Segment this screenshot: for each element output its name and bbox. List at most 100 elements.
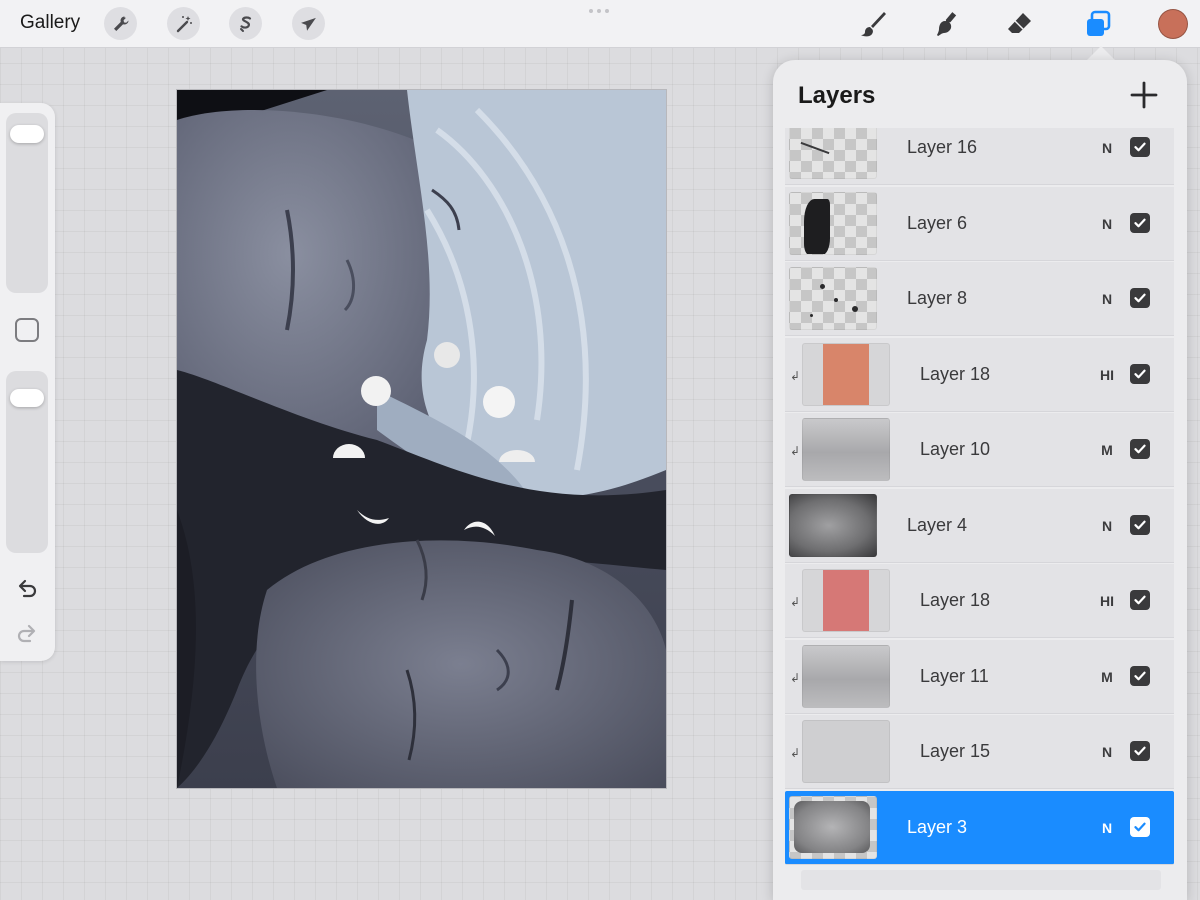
layer-thumbnail[interactable] bbox=[789, 191, 877, 255]
layer-thumbnail[interactable] bbox=[802, 569, 890, 632]
blend-mode-button[interactable]: N bbox=[1096, 140, 1118, 156]
layer-name: Layer 15 bbox=[920, 741, 991, 761]
wrench-icon bbox=[113, 16, 128, 31]
transform-button[interactable] bbox=[292, 7, 325, 40]
layer-thumbnail[interactable] bbox=[802, 644, 890, 708]
undo-button[interactable] bbox=[14, 575, 40, 601]
layer-name: Layer 18 bbox=[920, 590, 991, 610]
layer-name: Layer 4 bbox=[907, 514, 968, 535]
layer-visibility-checkbox[interactable] bbox=[1130, 514, 1150, 535]
layer-visibility-checkbox[interactable] bbox=[1130, 288, 1150, 308]
layer-name: Layer 3 bbox=[907, 816, 968, 837]
modify-button[interactable] bbox=[15, 318, 39, 342]
redo-icon bbox=[17, 624, 36, 643]
layer-name: Layer 16 bbox=[907, 137, 978, 157]
blend-mode-button[interactable]: M bbox=[1096, 442, 1118, 458]
checkmark-icon bbox=[1134, 369, 1146, 378]
layer-thumbnail[interactable] bbox=[789, 267, 877, 330]
layer-row[interactable]: ↲ Layer 10 M bbox=[785, 413, 1174, 487]
layer-row[interactable]: ↲ Layer 18 HI bbox=[785, 564, 1174, 638]
color-picker-button[interactable] bbox=[1158, 9, 1188, 39]
magic-wand-icon bbox=[176, 15, 192, 32]
layer-visibility-checkbox[interactable] bbox=[1130, 590, 1150, 610]
layer-visibility-checkbox[interactable] bbox=[1130, 665, 1150, 686]
layer-name: Layer 8 bbox=[907, 288, 968, 308]
layer-row-partial bbox=[801, 870, 1161, 890]
blend-mode-button[interactable]: N bbox=[1096, 820, 1118, 836]
blend-mode-button[interactable]: N bbox=[1096, 291, 1118, 307]
blend-mode-button[interactable]: N bbox=[1096, 216, 1118, 232]
layer-thumbnail[interactable] bbox=[802, 720, 890, 783]
checkmark-icon bbox=[1134, 595, 1146, 605]
clipping-mask-icon: ↲ bbox=[790, 746, 801, 760]
brush-size-slider[interactable] bbox=[6, 113, 48, 293]
brush-size-thumb[interactable] bbox=[10, 125, 44, 143]
smudge-tool-button[interactable] bbox=[929, 7, 963, 41]
layer-thumbnail[interactable] bbox=[802, 342, 890, 406]
top-toolbar: Gallery bbox=[0, 0, 1200, 48]
clipping-mask-icon: ↲ bbox=[790, 670, 801, 685]
checkmark-icon bbox=[1134, 142, 1146, 152]
smudge-finger-icon bbox=[937, 12, 957, 36]
layers-panel-title: Layers bbox=[798, 82, 876, 109]
layer-thumbnail[interactable] bbox=[802, 418, 890, 481]
layers-panel-arrow bbox=[1087, 46, 1115, 60]
artwork-illustration bbox=[177, 90, 666, 788]
checkmark-icon bbox=[1134, 520, 1146, 529]
layer-row[interactable]: Layer 6 N bbox=[785, 186, 1174, 261]
checkmark-icon bbox=[1134, 746, 1146, 756]
undo-icon bbox=[18, 579, 37, 598]
add-layer-button[interactable] bbox=[1129, 80, 1159, 110]
checkmark-icon bbox=[1134, 822, 1146, 831]
layer-name: Layer 18 bbox=[920, 363, 991, 384]
layer-visibility-checkbox[interactable] bbox=[1130, 741, 1150, 761]
gallery-button[interactable]: Gallery bbox=[20, 12, 80, 34]
blend-mode-button[interactable]: M bbox=[1096, 669, 1118, 685]
brush-tool-button[interactable] bbox=[856, 7, 890, 41]
layer-row[interactable]: Layer 8 N bbox=[785, 262, 1174, 336]
layer-row[interactable]: ↲ Layer 11 M bbox=[785, 639, 1174, 714]
layer-thumbnail[interactable] bbox=[789, 128, 877, 179]
artwork-canvas[interactable] bbox=[176, 89, 667, 789]
clipping-mask-icon: ↲ bbox=[790, 444, 801, 458]
layer-thumbnail[interactable] bbox=[789, 795, 877, 859]
layer-row[interactable]: Layer 16 N bbox=[785, 128, 1174, 185]
checkmark-icon bbox=[1134, 444, 1146, 454]
blend-mode-button[interactable]: N bbox=[1096, 518, 1118, 534]
layers-icon bbox=[1087, 10, 1111, 36]
layer-row[interactable]: Layer 3 N bbox=[785, 790, 1174, 865]
clipping-mask-icon: ↲ bbox=[790, 368, 801, 383]
selection-button[interactable] bbox=[229, 7, 262, 40]
opacity-thumb[interactable] bbox=[10, 389, 44, 407]
adjustments-button[interactable] bbox=[167, 7, 200, 40]
opacity-slider[interactable] bbox=[6, 371, 48, 553]
layer-visibility-checkbox[interactable] bbox=[1130, 212, 1150, 233]
clipping-mask-icon: ↲ bbox=[790, 595, 801, 609]
layer-visibility-checkbox[interactable] bbox=[1130, 363, 1150, 384]
layer-name: Layer 10 bbox=[920, 439, 991, 459]
blend-mode-button[interactable]: HI bbox=[1096, 593, 1118, 609]
layer-thumbnail[interactable] bbox=[789, 493, 877, 557]
multitask-grabber[interactable] bbox=[589, 9, 609, 13]
layer-row[interactable]: Layer 4 N bbox=[785, 488, 1174, 563]
redo-button[interactable] bbox=[14, 620, 40, 646]
layer-visibility-checkbox[interactable] bbox=[1130, 816, 1150, 837]
blend-mode-button[interactable]: N bbox=[1096, 744, 1118, 760]
layer-row[interactable]: ↲ Layer 15 N bbox=[785, 715, 1174, 789]
blend-mode-button[interactable]: HI bbox=[1096, 367, 1118, 383]
actions-button[interactable] bbox=[104, 7, 137, 40]
layers-panel: Layers Layer 16 N Layer 6 N Layer 8 N ↲ Layer 1… bbox=[773, 60, 1187, 900]
eraser-tool-button[interactable] bbox=[1002, 7, 1036, 41]
left-sidebar bbox=[0, 103, 55, 661]
layer-list: Layer 16 N Layer 6 N Layer 8 N ↲ Layer 18 HI ↲ Lay… bbox=[785, 128, 1175, 888]
arrow-cursor-icon bbox=[300, 17, 316, 31]
layer-visibility-checkbox[interactable] bbox=[1130, 137, 1150, 157]
checkmark-icon bbox=[1134, 671, 1146, 680]
layer-visibility-checkbox[interactable] bbox=[1130, 439, 1150, 459]
checkmark-icon bbox=[1134, 218, 1146, 227]
layer-row[interactable]: ↲ Layer 18 HI bbox=[785, 337, 1174, 412]
plus-icon bbox=[1130, 81, 1158, 109]
eraser-icon bbox=[1008, 13, 1031, 33]
layers-tool-button[interactable] bbox=[1081, 7, 1115, 41]
checkmark-icon bbox=[1134, 293, 1146, 303]
